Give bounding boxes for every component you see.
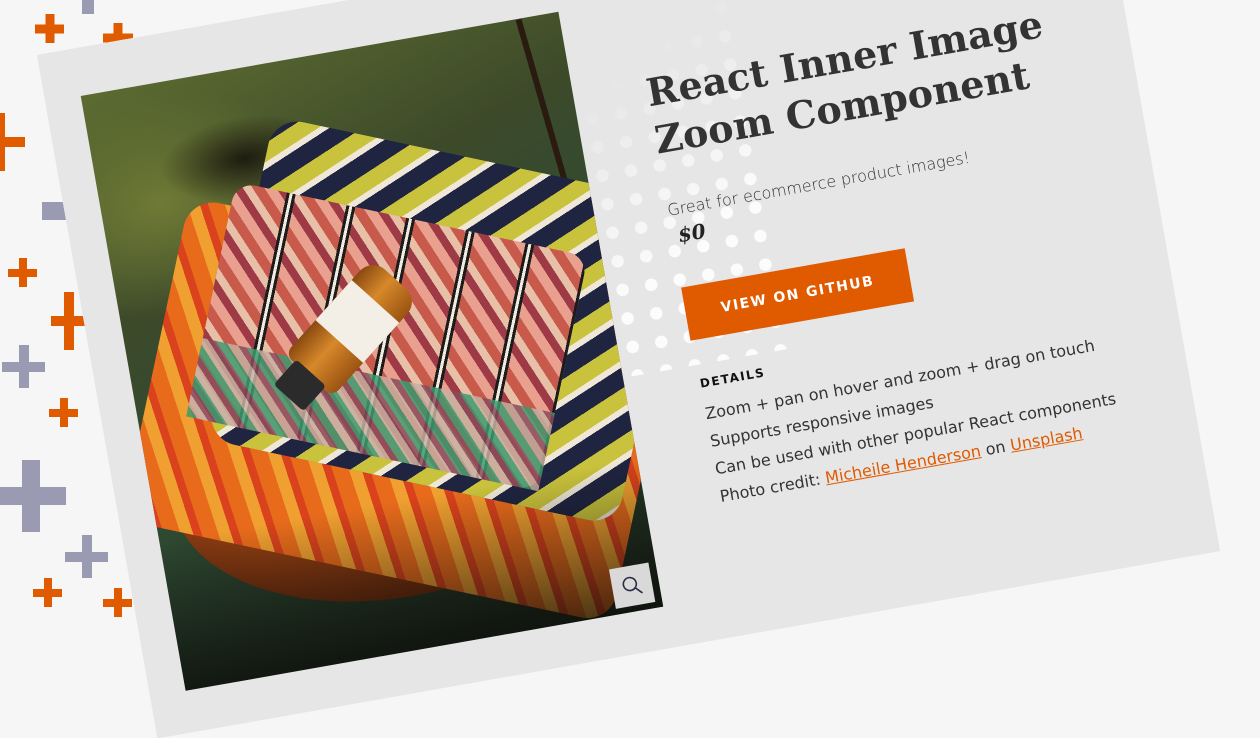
zoom-button[interactable] [608, 561, 656, 609]
plus-decoration [33, 578, 62, 607]
plus-decoration [8, 258, 37, 287]
details-list: Zoom + pan on hover and zoom + drag on t… [703, 329, 1123, 510]
image-shade [80, 11, 664, 691]
plus-decoration [2, 345, 45, 388]
product-card: React Inner Image Zoom Component Great f… [36, 0, 1221, 738]
magnifier-icon [622, 576, 643, 593]
plus-decoration [0, 460, 66, 532]
details-heading: DETAILS [698, 364, 767, 391]
photo-credit-middle: on [979, 435, 1012, 460]
plus-decoration [35, 14, 64, 43]
plus-decoration [49, 398, 78, 427]
plus-decoration [82, 0, 94, 14]
product-image[interactable] [80, 11, 664, 691]
plus-decoration [65, 535, 108, 578]
plus-decoration [103, 588, 132, 617]
plus-decoration [0, 113, 25, 171]
product-price: $0 [675, 218, 708, 247]
